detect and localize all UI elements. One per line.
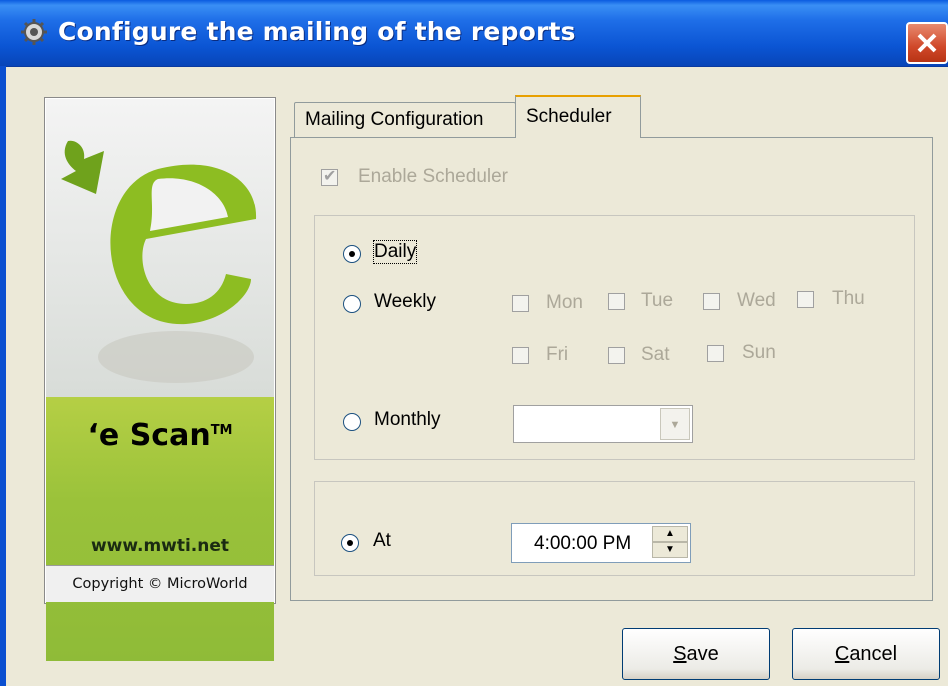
tab-mailing-configuration[interactable]: Mailing Configuration xyxy=(294,102,516,138)
product-banner: ‘e ScanTM www.mwti.net Copyright © Micro… xyxy=(44,97,276,661)
weekday-label-sun: Sun xyxy=(742,342,776,363)
weekday-checkbox-sat[interactable] xyxy=(608,347,625,364)
chevron-down-icon[interactable]: ▼ xyxy=(660,408,690,440)
brand-name: ‘e ScanTM xyxy=(45,418,275,453)
enable-scheduler-checkbox[interactable] xyxy=(321,166,338,186)
weekday-label-sat: Sat xyxy=(641,344,670,365)
close-button[interactable] xyxy=(906,22,948,64)
save-button[interactable]: Save xyxy=(622,628,770,680)
escan-logo xyxy=(61,140,257,383)
time-spinner[interactable]: ▲ ▼ xyxy=(652,526,688,560)
weekday-label-wed: Wed xyxy=(737,290,776,311)
tab-scheduler[interactable]: Scheduler xyxy=(515,95,641,140)
tab-label: Mailing Configuration xyxy=(305,109,484,130)
chevron-down-icon[interactable]: ▼ xyxy=(652,542,688,558)
weekday-checkbox-thu[interactable] xyxy=(797,291,814,308)
at-radio[interactable] xyxy=(341,534,359,552)
weekday-checkbox-fri[interactable] xyxy=(512,347,529,364)
weekly-radio[interactable] xyxy=(343,295,361,313)
monthly-radio[interactable] xyxy=(343,413,361,431)
weekday-label-tue: Tue xyxy=(641,290,674,311)
brand-text: ‘e Scan xyxy=(87,418,211,453)
website-url: www.mwti.net xyxy=(90,536,230,556)
monthly-day-select[interactable]: ▼ xyxy=(513,405,693,443)
window-title: Configure the mailing of the reports xyxy=(58,17,576,46)
weekday-checkbox-sun[interactable] xyxy=(707,345,724,362)
monthly-label: Monthly xyxy=(374,409,441,430)
trademark: TM xyxy=(210,423,233,438)
time-value: 4:00:00 PM xyxy=(534,533,632,554)
weekday-label-mon: Mon xyxy=(546,292,583,313)
weekday-label-fri: Fri xyxy=(546,344,569,365)
weekday-checkbox-mon[interactable] xyxy=(512,295,529,312)
cancel-mnemonic: C xyxy=(834,643,850,665)
gear-icon xyxy=(21,19,47,45)
logo-area xyxy=(46,99,274,397)
save-mnemonic: S xyxy=(673,643,687,665)
weekly-label: Weekly xyxy=(374,291,436,312)
chevron-up-icon[interactable]: ▲ xyxy=(652,526,688,542)
weekday-label-thu: Thu xyxy=(832,288,865,309)
tab-label: Scheduler xyxy=(526,106,612,127)
time-picker[interactable]: 4:00:00 PM ▲ ▼ xyxy=(511,523,691,563)
cancel-label: ancel xyxy=(849,643,898,665)
close-icon xyxy=(917,33,937,53)
cancel-button[interactable]: Cancel xyxy=(792,628,940,680)
weekday-checkbox-tue[interactable] xyxy=(608,293,625,310)
window-frame xyxy=(0,66,6,686)
daily-label: Daily xyxy=(372,240,418,264)
enable-scheduler-label: Enable Scheduler xyxy=(358,166,508,187)
at-label: At xyxy=(373,530,391,551)
save-label: ave xyxy=(686,643,719,665)
weekday-checkbox-wed[interactable] xyxy=(703,293,720,310)
title-bar[interactable]: Configure the mailing of the reports xyxy=(0,0,948,67)
daily-radio[interactable] xyxy=(343,245,361,263)
copyright-text: Copyright © MicroWorld xyxy=(46,565,274,602)
